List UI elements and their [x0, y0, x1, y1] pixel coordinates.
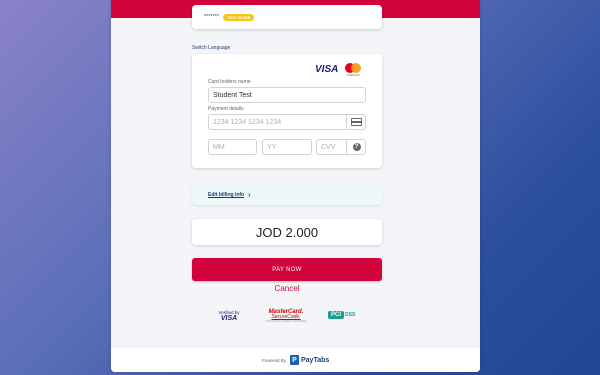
edit-billing-link[interactable]: Edit billing info [208, 192, 244, 198]
pci-mark: PCI [328, 311, 345, 319]
mastercard-wordmark: mastercard [346, 74, 360, 77]
verified-by-visa-badge: Verified by VISA [214, 310, 244, 323]
paytabs-logo-icon: P [289, 355, 299, 365]
credit-card-icon [351, 118, 362, 126]
powered-by-label: Powered By [261, 357, 286, 363]
mcsc-line3: PORTUNE LOADING PROVIDER [265, 320, 307, 323]
amount-display: JOD 2.000 [192, 219, 382, 245]
payment-panel: ******* TEST MODE Switch Language VISA m… [111, 0, 480, 372]
pci-dss-label: DSS [345, 312, 356, 318]
mastercard-logo: mastercard [343, 62, 365, 78]
expiry-year-input[interactable]: YY [262, 139, 312, 155]
cancel-link[interactable]: Cancel [192, 284, 382, 293]
card-number-input[interactable]: 1234 1234 1234 1234 [208, 114, 366, 130]
paytabs-brand-name: PayTabs [300, 356, 330, 364]
test-mode-badge: TEST MODE [223, 13, 255, 21]
cardholder-label: Card holders name [208, 79, 251, 85]
question-mark-icon[interactable]: ? [352, 143, 361, 151]
card-form: VISA mastercard Card holders name Studen… [192, 54, 382, 168]
chevron-right-icon[interactable]: › [248, 192, 250, 199]
expiry-month-input[interactable]: MM [208, 139, 257, 155]
mastercard-securecode-badge: MasterCard. SecureCode. PORTUNE LOADING … [256, 309, 316, 324]
merchant-header: ******* TEST MODE [192, 5, 382, 29]
pci-dss-badge: PCI DSS [328, 311, 360, 319]
switch-language-link[interactable]: Switch Language [192, 45, 230, 51]
footer: Powered By P PayTabs [111, 348, 480, 372]
visa-logo: VISA [315, 64, 339, 75]
vbv-line2: VISA [220, 315, 238, 322]
pay-now-button[interactable]: PAY NOW [192, 258, 382, 281]
card-type-indicator [346, 114, 366, 130]
billing-info-card: Edit billing info › [192, 185, 382, 205]
merchant-name: ******* [204, 14, 220, 20]
cvv-help[interactable]: ? [346, 139, 366, 155]
cardholder-input[interactable]: Student Test [208, 87, 366, 103]
payment-details-label: Payment details [208, 106, 244, 112]
